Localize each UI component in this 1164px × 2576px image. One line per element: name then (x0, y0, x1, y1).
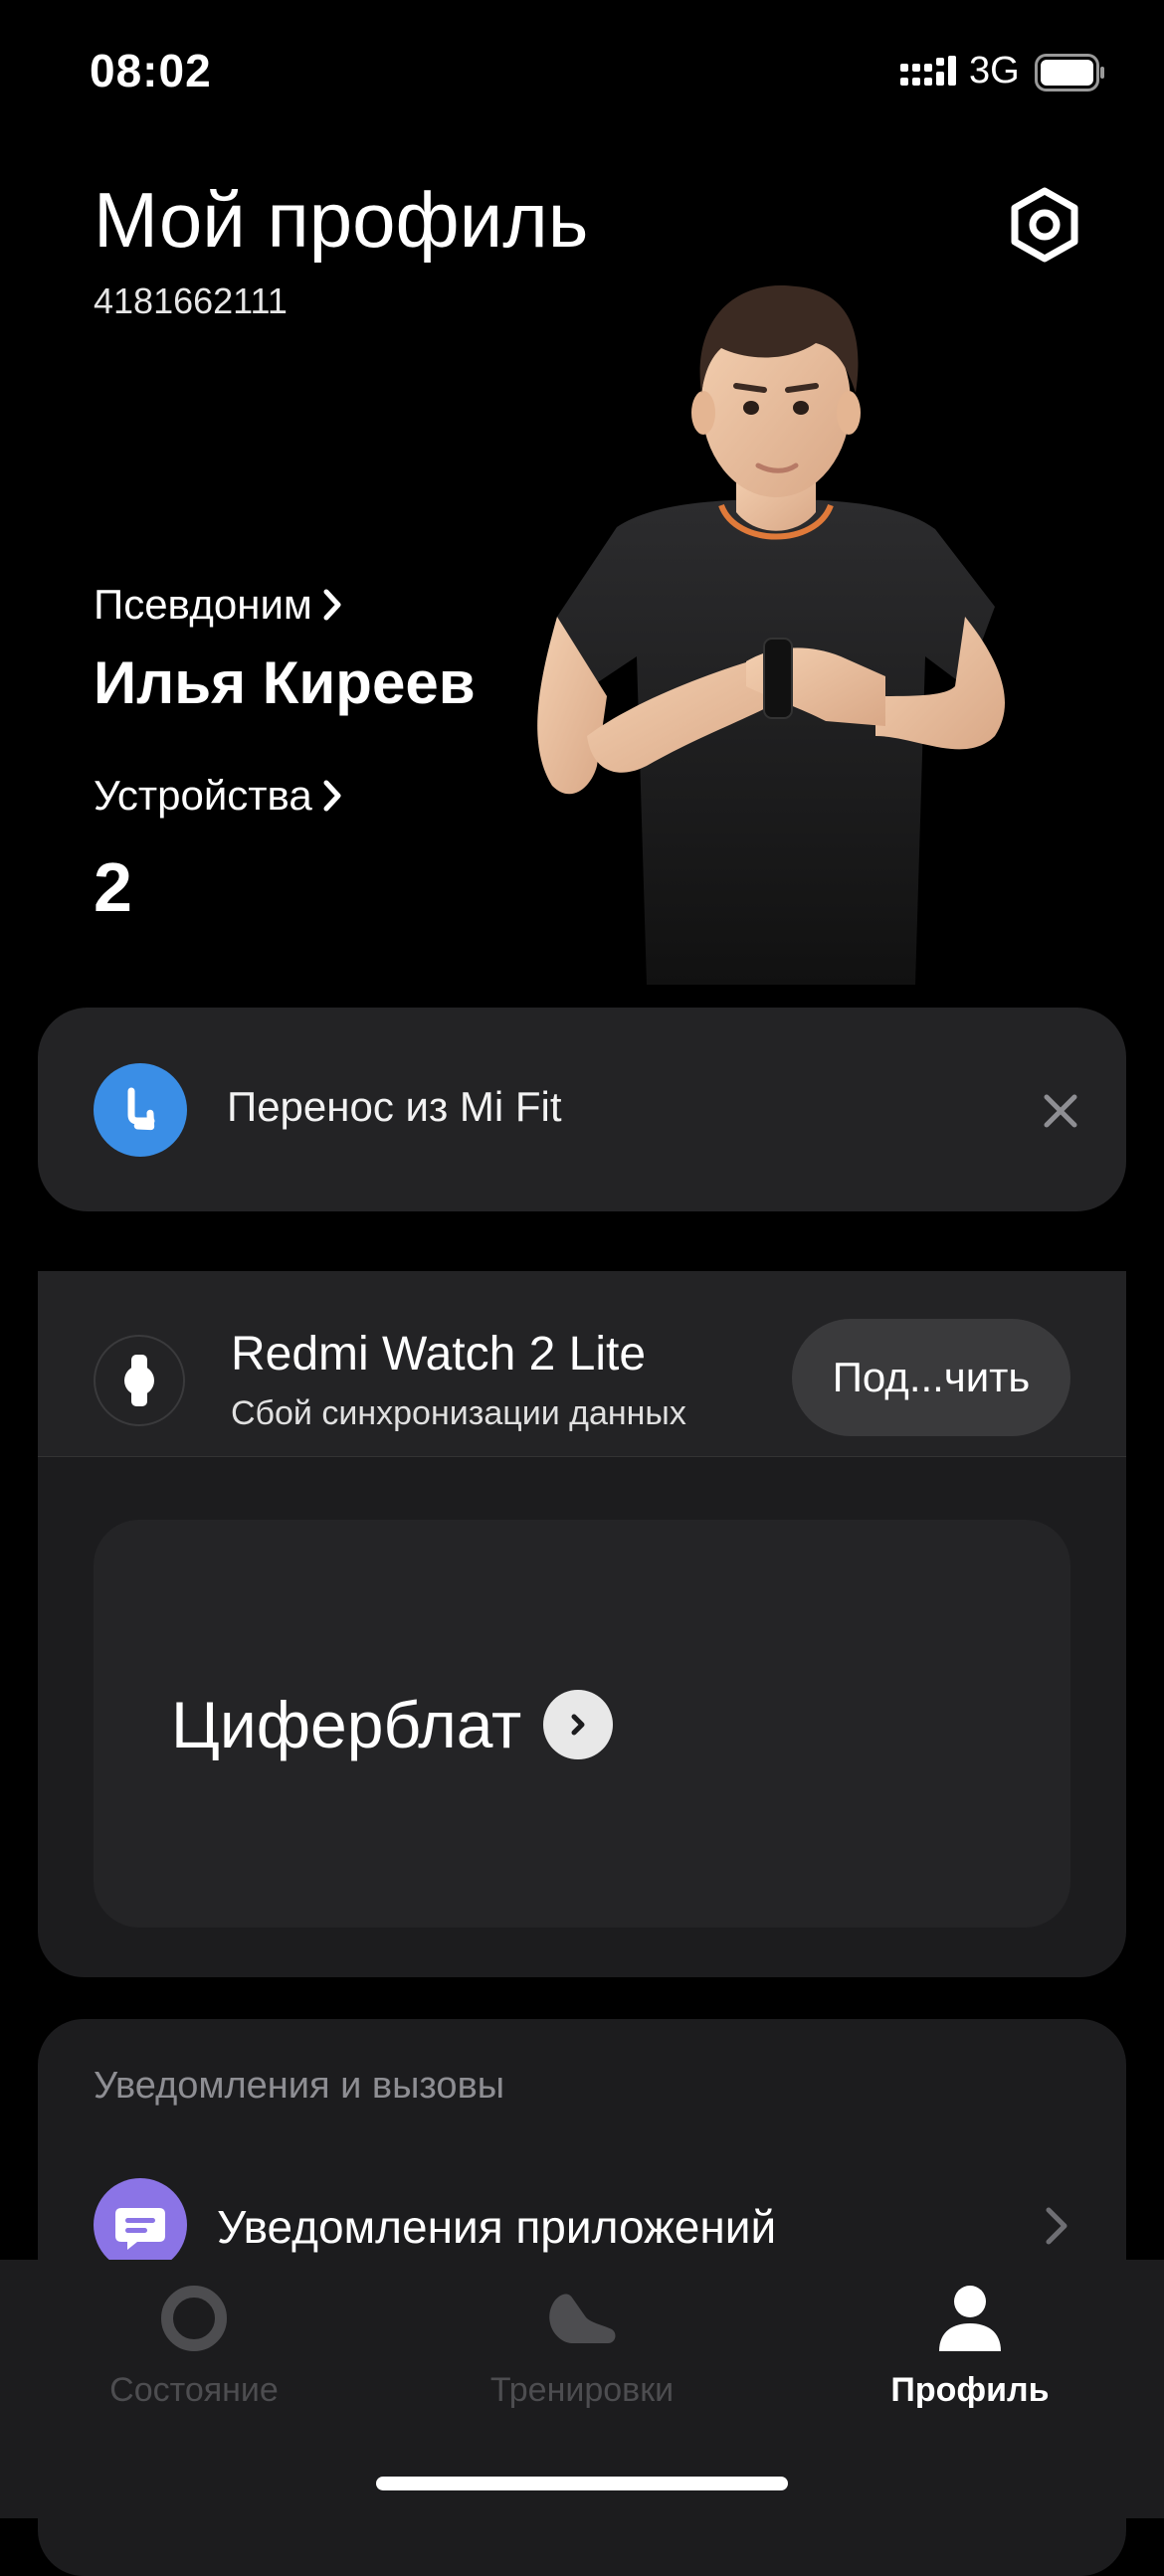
section-title: Уведомления и вызовы (94, 2065, 505, 2107)
settings-icon[interactable] (1005, 185, 1084, 265)
watch-icon (94, 1335, 185, 1426)
tab-profile[interactable]: Профиль (776, 2260, 1164, 2459)
devices-link[interactable]: Устройства (94, 772, 344, 820)
chevron-right-circle-icon (543, 1690, 614, 1759)
device-name: Redmi Watch 2 Lite (231, 1328, 647, 1380)
signal-icon (900, 56, 956, 86)
tab-status[interactable]: Состояние (0, 2260, 388, 2459)
device-header[interactable]: Redmi Watch 2 Lite Сбой синхронизации да… (38, 1271, 1126, 1457)
migration-text: Перенос из Mi Fit (227, 1083, 562, 1130)
tab-label: Состояние (109, 2371, 279, 2409)
ring-icon (161, 2286, 227, 2351)
watchface-card[interactable]: Циферблат (94, 1520, 1070, 1928)
user-id: 4181662111 (94, 280, 288, 321)
chevron-right-icon (323, 589, 341, 621)
tab-label: Профиль (890, 2371, 1050, 2409)
battery-icon (1035, 54, 1104, 92)
devices-label: Устройства (94, 772, 312, 819)
connect-button[interactable]: Под...чить (792, 1319, 1070, 1436)
shoe-icon (549, 2294, 616, 2343)
devices-count: 2 (94, 848, 132, 926)
nickname-link[interactable]: Псевдоним (94, 581, 344, 629)
avatar (537, 284, 1005, 985)
chevron-right-icon (1046, 2207, 1067, 2245)
download-icon (94, 1063, 187, 1157)
nickname-label: Псевдоним (94, 581, 312, 628)
migration-banner[interactable]: Перенос из Mi Fit (38, 1008, 1126, 1211)
app-notifications-label: Уведомления приложений (217, 2201, 777, 2253)
device-status: Сбой синхронизации данных (231, 1394, 686, 1432)
watchface-label: Циферблат (171, 1688, 522, 1761)
status-time: 08:02 (90, 45, 212, 96)
message-icon (94, 2178, 187, 2272)
page-title: Мой профиль (94, 176, 589, 264)
device-card: Redmi Watch 2 Lite Сбой синхронизации да… (38, 1271, 1126, 1977)
person-icon (939, 2286, 1001, 2351)
nickname-value: Илья Киреев (94, 649, 476, 716)
chevron-right-icon (323, 780, 341, 812)
watchface-link[interactable]: Циферблат (171, 1687, 614, 1762)
network-type: 3G (969, 50, 1020, 92)
close-icon[interactable] (1041, 1091, 1080, 1131)
tab-label: Тренировки (489, 2371, 675, 2409)
tab-workouts[interactable]: Тренировки (388, 2260, 776, 2459)
home-indicator (376, 2477, 788, 2490)
